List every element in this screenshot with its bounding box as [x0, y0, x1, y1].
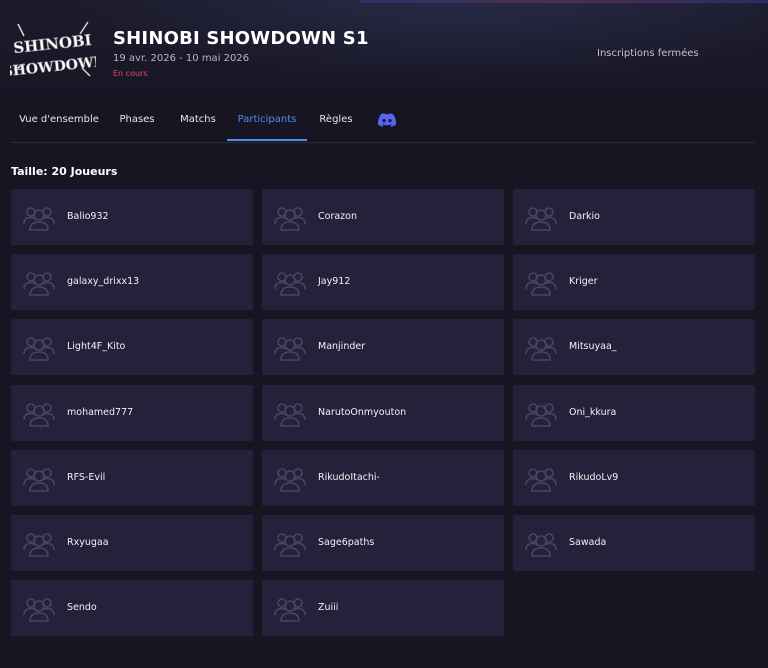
- participant-card[interactable]: Sage6paths: [262, 515, 504, 571]
- participant-group-icon: [525, 272, 557, 296]
- participant-group-icon: [274, 337, 306, 361]
- participant-group-icon: [274, 598, 306, 622]
- participant-name: Balio932: [67, 211, 109, 222]
- header-banner-decoration: [360, 0, 768, 3]
- participant-name: Manjinder: [318, 341, 366, 352]
- participant-group-icon: [525, 207, 557, 231]
- participant-name: Kriger: [569, 276, 598, 287]
- participant-name: Jay912: [318, 276, 351, 287]
- participant-card[interactable]: Kriger: [513, 254, 755, 310]
- participant-card[interactable]: Jay912: [262, 254, 504, 310]
- participant-card[interactable]: Corazon: [262, 189, 504, 245]
- participant-group-icon: [23, 598, 55, 622]
- participant-name: Light4F_Kito: [67, 341, 126, 352]
- participant-name: RFS-Evil: [67, 472, 106, 483]
- participant-group-icon: [23, 533, 55, 557]
- participant-name: Rxyugaa: [67, 537, 109, 548]
- participant-group-icon: [23, 468, 55, 492]
- svg-text:SHOWDOWN: SHOWDOWN: [10, 54, 96, 81]
- registration-status: Inscriptions fermées: [597, 48, 699, 59]
- participant-group-icon: [23, 403, 55, 427]
- participant-name: Zuiii: [318, 602, 339, 613]
- participant-group-icon: [274, 403, 306, 427]
- participant-name: RikudoItachi-: [318, 472, 380, 483]
- participant-group-icon: [274, 272, 306, 296]
- participant-name: RikudoLv9: [569, 472, 619, 483]
- participant-group-icon: [525, 533, 557, 557]
- participant-name: Darkio: [569, 211, 600, 222]
- participant-card[interactable]: Rxyugaa: [11, 515, 253, 571]
- tournament-dates: 19 avr. 2026 - 10 mai 2026: [113, 53, 250, 64]
- participant-group-icon: [23, 337, 55, 361]
- participant-card[interactable]: Light4F_Kito: [11, 319, 253, 375]
- tab-participants[interactable]: Participants: [227, 104, 307, 141]
- participant-group-icon: [525, 403, 557, 427]
- participant-card[interactable]: galaxy_drixx13: [11, 254, 253, 310]
- participant-group-icon: [23, 207, 55, 231]
- tournament-title: SHINOBI SHOWDOWN S1: [113, 28, 369, 49]
- participant-name: Sawada: [569, 537, 607, 548]
- participant-card[interactable]: Zuiii: [262, 580, 504, 636]
- participant-name: Oni_kkura: [569, 407, 617, 418]
- participant-group-icon: [274, 207, 306, 231]
- participant-card[interactable]: RikudoItachi-: [262, 450, 504, 506]
- participant-name: Sage6paths: [318, 537, 375, 548]
- participant-group-icon: [274, 533, 306, 557]
- participant-name: Sendo: [67, 602, 97, 613]
- participant-name: Corazon: [318, 211, 357, 222]
- participant-name: NarutoOnmyouton: [318, 407, 407, 418]
- tournament-logo: SHINOBI SHOWDOWN: [10, 21, 96, 81]
- tournament-tabs: Vue d'ensemble Phases Matchs Participant…: [11, 104, 755, 143]
- participant-card[interactable]: Sendo: [11, 580, 253, 636]
- participants-size-label: Taille: 20 Joueurs: [11, 165, 118, 178]
- tab-rules[interactable]: Règles: [309, 104, 363, 141]
- participant-card[interactable]: Oni_kkura: [513, 385, 755, 441]
- participant-card[interactable]: NarutoOnmyouton: [262, 385, 504, 441]
- participant-group-icon: [274, 468, 306, 492]
- participant-name: galaxy_drixx13: [67, 276, 140, 287]
- participant-group-icon: [525, 337, 557, 361]
- participant-card[interactable]: Balio932: [11, 189, 253, 245]
- participant-card[interactable]: mohamed777: [11, 385, 253, 441]
- tournament-status: En cours: [113, 69, 148, 78]
- svg-text:SHINOBI: SHINOBI: [13, 31, 93, 57]
- participant-card[interactable]: Darkio: [513, 189, 755, 245]
- participant-card[interactable]: RFS-Evil: [11, 450, 253, 506]
- participant-card[interactable]: Manjinder: [262, 319, 504, 375]
- participants-grid: Balio932 Corazon Darkio galaxy_drixx13 Jay91…: [11, 189, 755, 649]
- discord-icon[interactable]: [378, 113, 396, 127]
- tab-phases[interactable]: Phases: [108, 104, 166, 141]
- participant-group-icon: [525, 468, 557, 492]
- participant-name: Mitsuyaa_: [569, 341, 617, 352]
- tab-matches[interactable]: Matchs: [169, 104, 227, 141]
- participant-name: mohamed777: [67, 407, 134, 418]
- participant-card[interactable]: RikudoLv9: [513, 450, 755, 506]
- participant-group-icon: [23, 272, 55, 296]
- participant-card[interactable]: Sawada: [513, 515, 755, 571]
- participant-card[interactable]: Mitsuyaa_: [513, 319, 755, 375]
- tournament-header: SHINOBI SHOWDOWN SHINOBI SHOWDOWN S1 19 …: [0, 0, 768, 100]
- tab-overview[interactable]: Vue d'ensemble: [11, 104, 107, 141]
